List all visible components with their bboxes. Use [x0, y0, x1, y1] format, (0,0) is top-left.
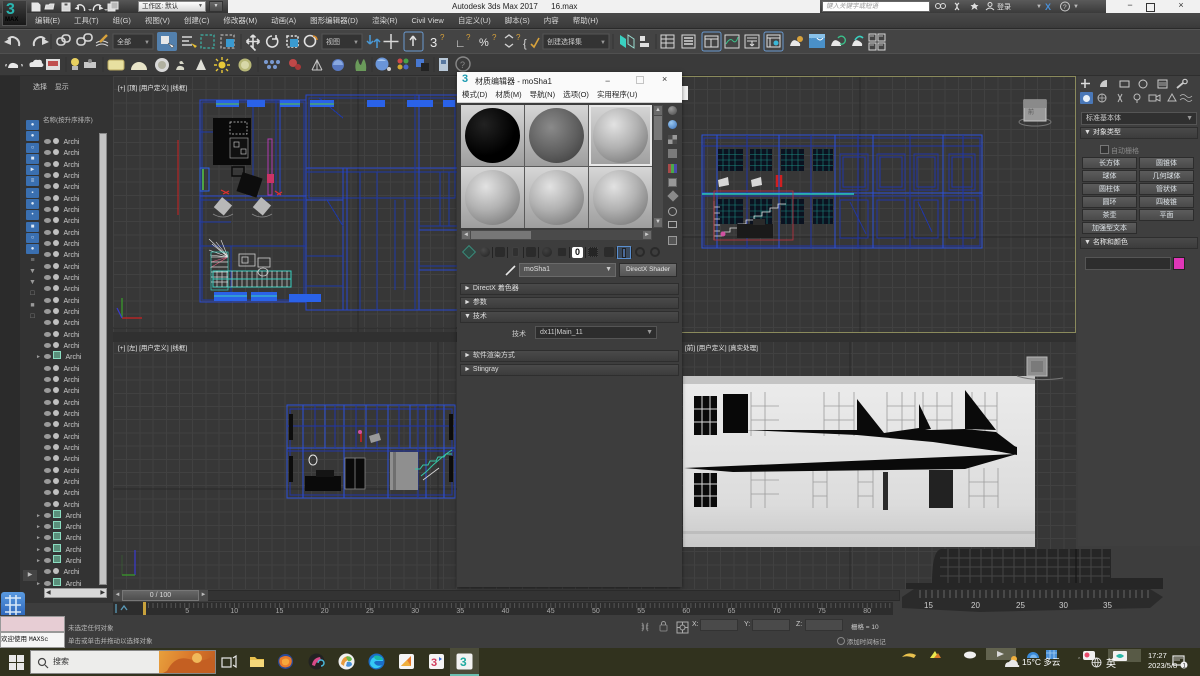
svg-text:{: {	[523, 38, 527, 50]
svg-text:15: 15	[276, 608, 284, 615]
svg-text:?: ?	[492, 33, 497, 42]
svg-text:X: X	[1045, 2, 1051, 12]
svg-text:?: ?	[466, 33, 471, 42]
svg-text:15: 15	[924, 601, 933, 610]
svg-text:创建选择集: 创建选择集	[547, 37, 582, 46]
svg-text:60: 60	[682, 608, 690, 615]
svg-text:75: 75	[818, 608, 826, 615]
svg-text:70: 70	[773, 608, 781, 615]
svg-text:20: 20	[321, 608, 329, 615]
svg-text:30: 30	[411, 608, 419, 615]
svg-text:45: 45	[547, 608, 555, 615]
svg-text:35: 35	[1103, 601, 1112, 610]
svg-text:20: 20	[971, 601, 980, 610]
svg-text:25: 25	[1016, 601, 1025, 610]
svg-text:全部: 全部	[117, 37, 131, 46]
svg-text:25: 25	[366, 608, 374, 615]
svg-text:50: 50	[592, 608, 600, 615]
svg-text:?: ?	[460, 60, 465, 70]
svg-text:3: 3	[431, 657, 437, 669]
svg-text:65: 65	[728, 608, 736, 615]
svg-text:80: 80	[863, 608, 871, 615]
svg-text:40: 40	[502, 608, 510, 615]
svg-text:5: 5	[185, 608, 189, 615]
svg-text:55: 55	[637, 608, 645, 615]
svg-text:∟: ∟	[455, 38, 466, 50]
svg-text:30: 30	[1059, 601, 1068, 610]
svg-text:?: ?	[516, 33, 521, 42]
svg-text:?: ?	[440, 33, 445, 42]
svg-text:登录: 登录	[997, 2, 1011, 11]
svg-text:▼: ▼	[1036, 4, 1042, 10]
svg-text:视图: 视图	[326, 37, 340, 46]
svg-text:3: 3	[430, 35, 437, 50]
svg-text:3: 3	[460, 655, 467, 669]
svg-text:▼: ▼	[144, 40, 150, 46]
svg-text:%: %	[479, 37, 489, 49]
svg-text:▼: ▼	[353, 40, 359, 46]
svg-text:35: 35	[456, 608, 464, 615]
svg-text:10: 10	[230, 608, 238, 615]
svg-text:?: ?	[1063, 4, 1067, 11]
svg-text:▼: ▼	[1073, 4, 1079, 10]
svg-text:▼: ▼	[600, 40, 606, 46]
